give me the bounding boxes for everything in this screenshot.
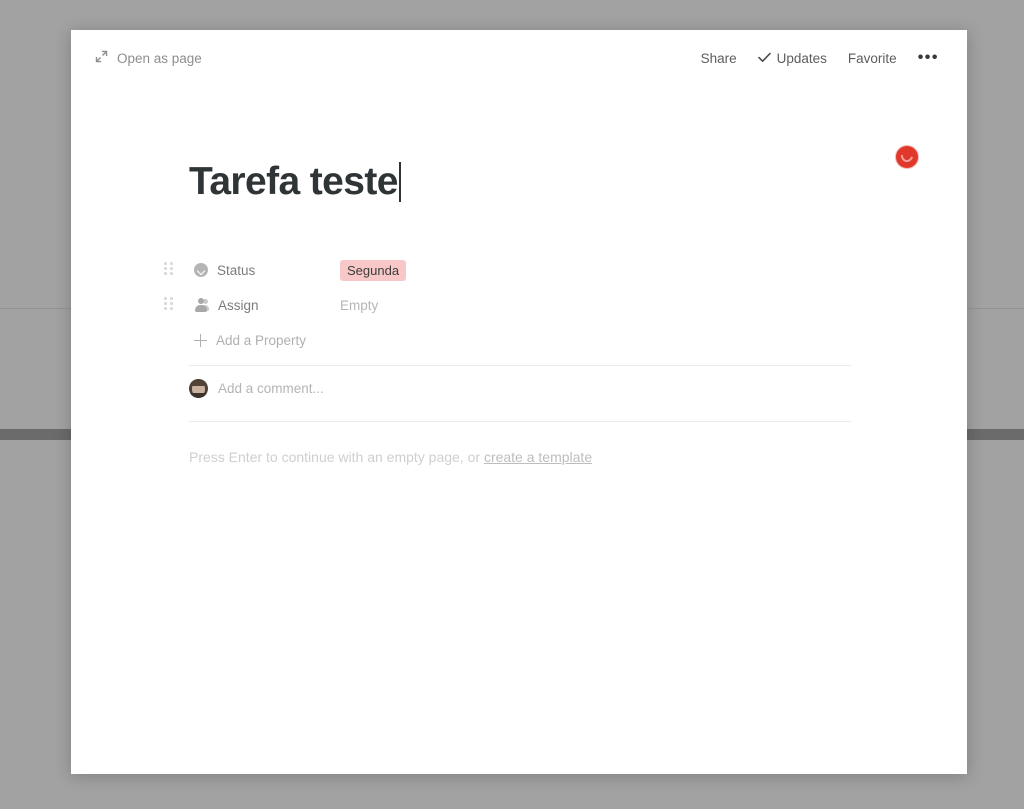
property-label-assign: Assign <box>218 297 259 313</box>
comment-divider <box>189 421 851 423</box>
crescent-moon-icon[interactable] <box>896 146 918 168</box>
app-root: nal do 0 w Op <box>0 0 1024 809</box>
property-label-status: Status <box>217 262 256 278</box>
title-row: Tarefa teste <box>71 136 967 229</box>
updates-button[interactable]: Updates <box>756 48 829 69</box>
add-property-label: Add a Property <box>216 332 307 348</box>
add-comment-row[interactable]: Add a comment... <box>71 366 967 411</box>
property-value-status[interactable]: Segunda <box>334 257 412 284</box>
property-value-assign[interactable]: Empty <box>334 295 384 316</box>
share-label: Share <box>700 50 737 66</box>
drag-handle-status[interactable] <box>164 262 174 278</box>
property-name-assign[interactable]: Assign <box>189 295 334 316</box>
favorite-button[interactable]: Favorite <box>846 48 899 69</box>
add-property-button[interactable]: Add a Property <box>189 325 339 355</box>
page-body: Tarefa teste Status Segunda Assign Empty… <box>71 136 967 465</box>
select-dropdown-icon <box>194 263 208 278</box>
properties-list: Status Segunda Assign Empty Add a Proper… <box>71 255 967 355</box>
text-caret <box>398 162 401 203</box>
more-options-button[interactable]: ••• <box>916 50 941 66</box>
page-title[interactable]: Tarefa teste <box>189 160 401 204</box>
empty-page-hint[interactable]: Press Enter to continue with an empty pa… <box>71 449 967 465</box>
expand-diagonal-icon <box>95 50 108 66</box>
favorite-label: Favorite <box>847 50 897 66</box>
person-icon <box>194 298 209 312</box>
updates-label: Updates <box>776 50 827 66</box>
create-template-link[interactable]: create a template <box>484 449 592 465</box>
empty-page-hint-text: Press Enter to continue with an empty pa… <box>189 449 484 466</box>
task-peek-modal: Open as page Share Updates Favorite ••• … <box>71 30 967 774</box>
plus-icon <box>194 333 207 347</box>
status-tag: Segunda <box>340 259 407 281</box>
modal-toolbar-actions: Share Updates Favorite ••• <box>699 48 941 69</box>
property-row-assign: Assign Empty <box>164 290 927 320</box>
share-button[interactable]: Share <box>699 48 739 69</box>
check-icon <box>757 51 771 66</box>
property-name-status[interactable]: Status <box>189 260 334 281</box>
drag-handle-assign[interactable] <box>164 297 174 313</box>
ellipsis-icon: ••• <box>917 49 939 66</box>
modal-toolbar: Open as page Share Updates Favorite ••• <box>71 30 967 86</box>
property-row-status: Status Segunda <box>164 255 927 285</box>
page-title-text: Tarefa teste <box>189 160 398 204</box>
avatar <box>189 379 208 399</box>
open-as-page-button[interactable]: Open as page <box>89 46 208 70</box>
comment-placeholder: Add a comment... <box>218 381 324 397</box>
open-as-page-label: Open as page <box>117 50 202 66</box>
